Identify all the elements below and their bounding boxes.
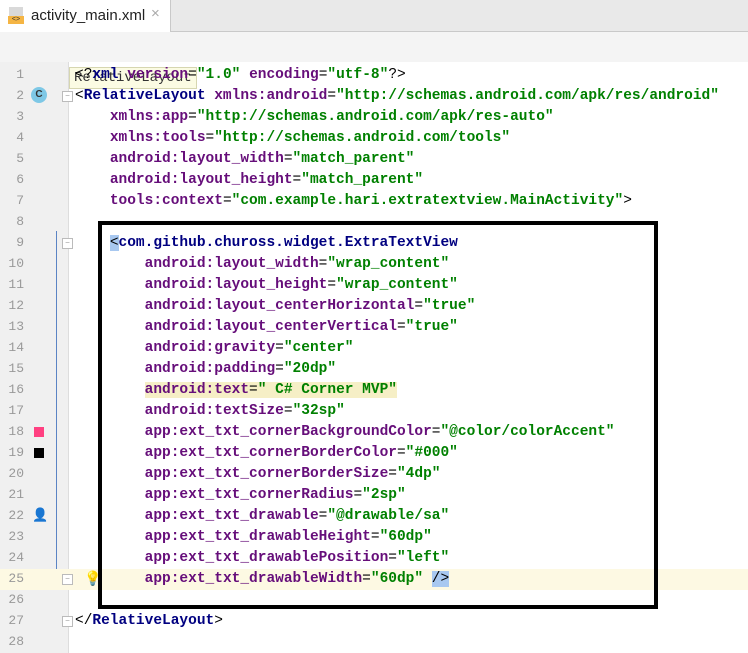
token: <?: [75, 67, 93, 83]
token: =: [205, 130, 215, 146]
code-line[interactable]: 5 android:layout_width="match_parent": [0, 149, 748, 170]
line-number: 11: [8, 277, 24, 292]
color-swatch-icon[interactable]: [34, 448, 44, 458]
token: "1.0": [196, 67, 250, 83]
token: =: [222, 193, 232, 209]
color-swatch-icon[interactable]: [34, 427, 44, 437]
line-number: 25: [8, 571, 24, 586]
token: ?>: [388, 67, 406, 83]
fold-toggle-icon[interactable]: −: [62, 91, 73, 102]
token: =: [327, 88, 337, 104]
breadcrumb-bar: RelativeLayout: [0, 32, 748, 89]
token: =: [188, 109, 197, 125]
token: "utf-8": [327, 67, 389, 83]
code-text: android:layout_height="match_parent": [75, 170, 423, 191]
token: >: [214, 613, 223, 629]
line-number: 20: [8, 466, 24, 481]
token: xmlns:tools: [109, 130, 206, 146]
line-number: 12: [8, 298, 24, 313]
tab-title: activity_main.xml: [31, 7, 146, 24]
token: </: [75, 613, 93, 629]
line-number: 13: [8, 319, 24, 334]
token: "http://schemas.android.com/apk/res/andr…: [336, 88, 719, 104]
token: android:layout_width: [109, 151, 284, 167]
token: android:layout_height: [109, 172, 293, 188]
drawable-preview-icon[interactable]: 👤: [32, 507, 48, 523]
line-number: 16: [8, 382, 24, 397]
code-text: tools:context="com.example.hari.extratex…: [75, 191, 632, 212]
line-number: 9: [16, 235, 24, 250]
fold-toggle-icon[interactable]: −: [62, 238, 73, 249]
line-number: 8: [16, 214, 24, 229]
line-number: 18: [8, 424, 24, 439]
line-number: 23: [8, 529, 24, 544]
token: encoding: [249, 67, 319, 83]
line-number: 17: [8, 403, 24, 418]
line-number: 6: [16, 172, 24, 187]
line-number: 15: [8, 361, 24, 376]
tab-activity-main[interactable]: <> activity_main.xml ×: [0, 0, 171, 32]
xml-file-icon: <>: [8, 7, 24, 24]
line-number: 2: [16, 88, 24, 103]
code-text: <RelativeLayout xmlns:android="http://sc…: [75, 86, 719, 107]
token: =: [283, 151, 293, 167]
code-line[interactable]: 27 </RelativeLayout> −: [0, 611, 748, 632]
line-number: 3: [16, 109, 24, 124]
token: =: [292, 172, 302, 188]
code-text: xmlns:tools="http://schemas.android.com/…: [75, 128, 510, 149]
token: >: [623, 193, 632, 209]
token: "match_parent": [301, 172, 424, 188]
fold-toggle-icon[interactable]: −: [62, 616, 73, 627]
line-number: 26: [8, 592, 24, 607]
highlight-box: [98, 221, 658, 609]
token: version: [127, 67, 189, 83]
line-number: 21: [8, 487, 24, 502]
line-number: 24: [8, 550, 24, 565]
token: "http://schemas.android.com/apk/res-auto…: [196, 109, 554, 125]
fold-toggle-icon[interactable]: −: [62, 574, 73, 585]
class-badge-icon[interactable]: C: [31, 87, 47, 103]
line-number: 4: [16, 130, 24, 145]
line-number: 19: [8, 445, 24, 460]
token: "match_parent": [292, 151, 415, 167]
tab-bar: <> activity_main.xml ×: [0, 0, 748, 32]
line-number: 22: [8, 508, 24, 523]
line-number: 28: [8, 634, 24, 649]
token: "com.example.hari.extratextview.MainActi…: [231, 193, 624, 209]
close-icon[interactable]: ×: [151, 5, 160, 22]
line-number: 10: [8, 256, 24, 271]
code-line[interactable]: 3 xmlns:app="http://schemas.android.com/…: [0, 107, 748, 128]
code-line[interactable]: 28: [0, 632, 748, 653]
code-line[interactable]: 7 tools:context="com.example.hari.extrat…: [0, 191, 748, 212]
line-number: 14: [8, 340, 24, 355]
token: =: [188, 67, 197, 83]
token: xmlns:android: [214, 88, 328, 104]
code-text: </RelativeLayout>: [75, 611, 223, 632]
line-number: 5: [16, 151, 24, 166]
token: RelativeLayout: [83, 88, 215, 104]
token: RelativeLayout: [92, 613, 215, 629]
line-number: 7: [16, 193, 24, 208]
code-line[interactable]: 2 <RelativeLayout xmlns:android="http://s…: [0, 86, 748, 107]
code-line[interactable]: 4 xmlns:tools="http://schemas.android.co…: [0, 128, 748, 149]
code-text: <?xml version="1.0" encoding="utf-8"?>: [75, 65, 406, 86]
token: xml: [92, 67, 128, 83]
line-number: 27: [8, 613, 24, 628]
code-line[interactable]: 6 android:layout_height="match_parent": [0, 170, 748, 191]
token: "http://schemas.android.com/tools": [214, 130, 511, 146]
token: tools:context: [109, 193, 223, 209]
code-line[interactable]: 1 <?xml version="1.0" encoding="utf-8"?>: [0, 65, 748, 86]
token: xmlns:app: [109, 109, 189, 125]
code-text: android:layout_width="match_parent": [75, 149, 415, 170]
line-number: 1: [16, 67, 24, 82]
token: <: [75, 88, 84, 104]
code-text: xmlns:app="http://schemas.android.com/ap…: [75, 107, 554, 128]
